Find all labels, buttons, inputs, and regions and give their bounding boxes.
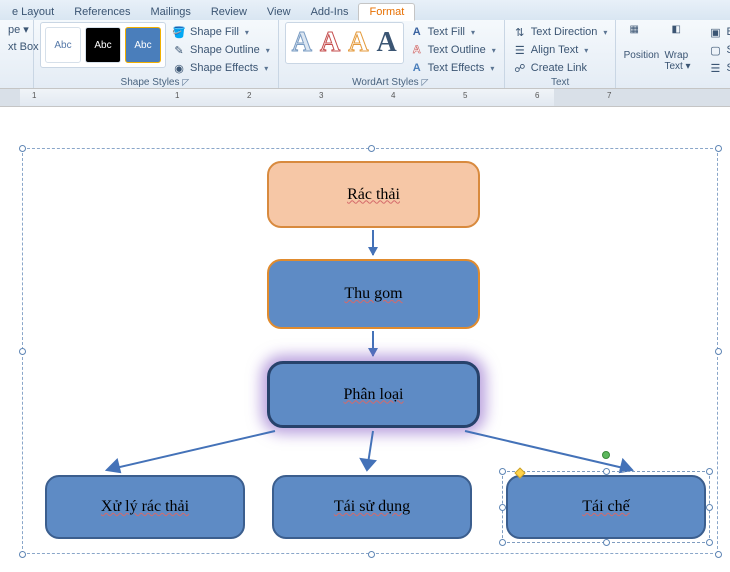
flowchart-node-1[interactable]: Rác thải	[267, 161, 480, 228]
shape-effects-button[interactable]: ◉Shape Effects▾	[170, 60, 272, 76]
resize-handle[interactable]	[706, 504, 713, 511]
page-1: Rác thải Thu gom Phân loại Xử lý rác thả…	[0, 125, 730, 563]
position-icon: ▦	[629, 24, 653, 48]
selection-handle[interactable]	[19, 145, 26, 152]
wrap-text-button[interactable]: ◧ Wrap Text ▾	[664, 22, 702, 72]
wordart-style-2[interactable]: A	[320, 27, 340, 59]
group-shape-styles: Abc Abc Abc 🪣Shape Fill▾ ✎Shape Outline▾…	[34, 20, 279, 88]
bring-forward-icon: ▣	[708, 25, 722, 39]
selection-handle[interactable]	[19, 551, 26, 558]
shape-selection	[502, 471, 710, 543]
group-label-wordart: WordArt Styles	[352, 77, 419, 88]
text-direction-icon: ⇅	[513, 25, 527, 39]
resize-handle[interactable]	[499, 504, 506, 511]
text-effects-icon: A	[410, 61, 424, 75]
ribbon: e Layout References Mailings Review View…	[0, 0, 730, 89]
text-outline-icon: A	[410, 43, 424, 57]
wordart-gallery[interactable]: A A A A	[285, 22, 404, 64]
pencil-icon: ✎	[172, 43, 186, 57]
ribbon-body: pe ▾ xt Box ▾ Abc Abc Abc 🪣Shape Fill▾ ✎…	[0, 20, 730, 88]
shape-styles-dialog[interactable]: ◸	[182, 77, 191, 87]
resize-handle[interactable]	[706, 539, 713, 546]
selection-pane-button[interactable]: ☰Sele	[706, 60, 730, 76]
ribbon-tabs: e Layout References Mailings Review View…	[0, 0, 730, 20]
shape-style-gallery[interactable]: Abc Abc Abc	[40, 22, 166, 68]
arrow-2-3[interactable]	[372, 331, 374, 356]
tab-references[interactable]: References	[64, 4, 140, 20]
tab-addins[interactable]: Add-Ins	[301, 4, 359, 20]
arrow-1-2[interactable]	[372, 230, 374, 255]
horizontal-ruler[interactable]: 1 1 2 3 4 5 6 7	[0, 89, 730, 107]
shape-style-1[interactable]: Abc	[45, 27, 81, 63]
arrow-3-5[interactable]	[355, 428, 385, 478]
align-text-button[interactable]: ☰Align Text▾	[511, 42, 610, 58]
group-text: ⇅Text Direction▾ ☰Align Text▾ ☍Create Li…	[505, 20, 617, 88]
bring-forward-button[interactable]: ▣Brin	[706, 24, 730, 40]
shape-outline-button[interactable]: ✎Shape Outline▾	[170, 42, 272, 58]
selection-handle[interactable]	[715, 551, 722, 558]
flowchart-node-4[interactable]: Xử lý rác thải	[45, 475, 245, 539]
shape-style-3[interactable]: Abc	[125, 27, 161, 63]
effects-icon: ◉	[172, 61, 186, 75]
resize-handle[interactable]	[603, 468, 610, 475]
link-icon: ☍	[513, 61, 527, 75]
group-label-shape-styles: Shape Styles	[121, 77, 180, 88]
group-label-text: Text	[511, 76, 610, 89]
flowchart-node-5[interactable]: Tái sử dụng	[272, 475, 472, 539]
group-arrange: ▦ Position ◧ Wrap Text ▾ ▣Brin ▢Sen ☰Sel…	[616, 20, 730, 88]
text-direction-button[interactable]: ⇅Text Direction▾	[511, 24, 610, 40]
tab-review[interactable]: Review	[201, 4, 257, 20]
resize-handle[interactable]	[499, 539, 506, 546]
wordart-style-1[interactable]: A	[292, 27, 312, 59]
tab-format[interactable]: Format	[358, 3, 415, 21]
flowchart-node-2[interactable]: Thu gom	[267, 259, 480, 329]
selection-handle[interactable]	[19, 348, 26, 355]
selection-handle[interactable]	[715, 145, 722, 152]
rotate-handle[interactable]	[602, 451, 610, 459]
group-wordart-styles: A A A A AText Fill▾ AText Outline▾ AText…	[279, 20, 505, 88]
selection-handle[interactable]	[715, 348, 722, 355]
send-backward-button[interactable]: ▢Sen	[706, 42, 730, 58]
group-insert-partial: pe ▾ xt Box ▾	[0, 20, 34, 88]
text-effects-button[interactable]: AText Effects▾	[408, 60, 498, 76]
align-text-icon: ☰	[513, 43, 527, 57]
resize-handle[interactable]	[603, 539, 610, 546]
wrap-text-icon: ◧	[671, 24, 695, 48]
group-label-arrange: Arr	[622, 76, 730, 89]
arrow-3-4[interactable]	[95, 428, 280, 478]
text-fill-button[interactable]: AText Fill▾	[408, 24, 498, 40]
flowchart-node-3[interactable]: Phân loại	[267, 361, 480, 428]
wordart-dialog[interactable]: ◸	[421, 77, 430, 87]
paint-bucket-icon: 🪣	[172, 25, 186, 39]
position-button[interactable]: ▦ Position	[622, 22, 660, 61]
text-outline-button[interactable]: AText Outline▾	[408, 42, 498, 58]
document-canvas[interactable]: Rác thải Thu gom Phân loại Xử lý rác thả…	[0, 107, 730, 572]
send-backward-icon: ▢	[708, 43, 722, 57]
create-link-button[interactable]: ☍Create Link	[511, 60, 610, 76]
tab-mailings[interactable]: Mailings	[140, 4, 200, 20]
text-fill-icon: A	[410, 25, 424, 39]
selection-pane-icon: ☰	[708, 61, 722, 75]
selection-handle[interactable]	[368, 551, 375, 558]
selection-handle[interactable]	[368, 145, 375, 152]
resize-handle[interactable]	[499, 468, 506, 475]
shapes-dropdown[interactable]: pe ▾	[6, 22, 27, 37]
shape-fill-button[interactable]: 🪣Shape Fill▾	[170, 24, 272, 40]
textbox-dropdown[interactable]: xt Box ▾	[6, 39, 27, 54]
tab-layout[interactable]: e Layout	[2, 4, 64, 20]
shape-style-2[interactable]: Abc	[85, 27, 121, 63]
tab-view[interactable]: View	[257, 4, 301, 20]
wordart-style-4[interactable]: A	[376, 27, 396, 59]
wordart-style-3[interactable]: A	[348, 27, 368, 59]
resize-handle[interactable]	[706, 468, 713, 475]
